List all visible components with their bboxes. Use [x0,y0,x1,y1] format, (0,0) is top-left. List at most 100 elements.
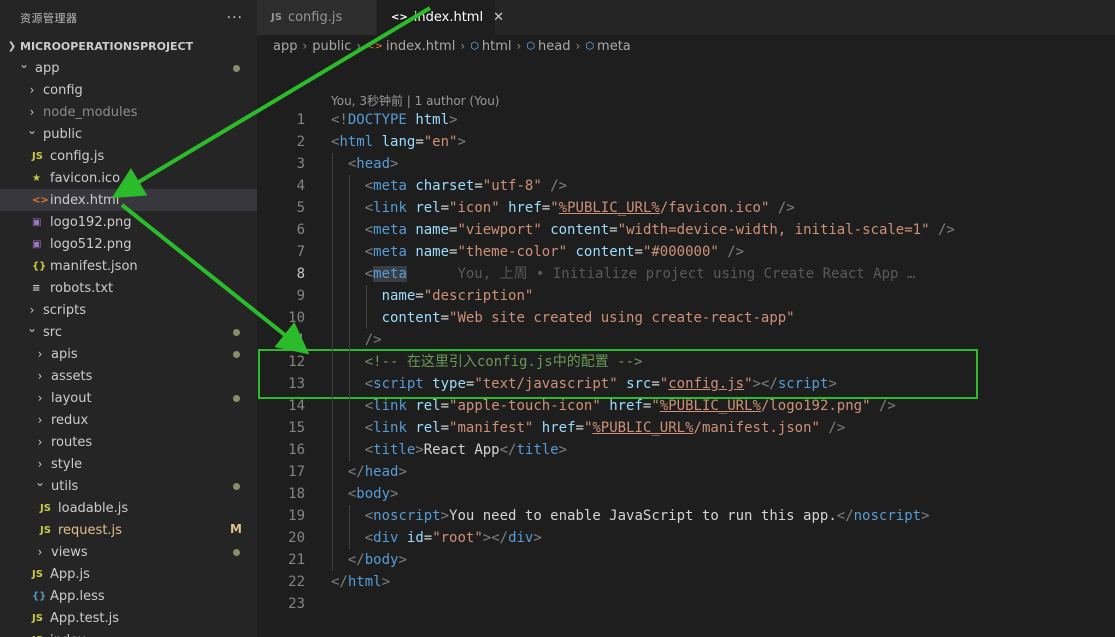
element-cube-icon: ⬡ [585,40,595,52]
code-line[interactable]: 19 <noscript>You need to enable JavaScri… [257,505,1115,527]
code-token: "manifest" [449,420,534,436]
line-number: 16 [288,442,305,458]
folder-item[interactable]: ⌄ src [0,321,257,343]
file-item[interactable]: JS config.js [0,145,257,167]
code-line[interactable]: 11 /> [257,329,1115,351]
code-line[interactable]: 18 <body> [257,483,1115,505]
code-text: </html> [331,571,390,593]
folder-item[interactable]: › routes [0,431,257,453]
code-line[interactable]: 23 [257,593,1115,615]
line-number: 20 [288,530,305,546]
code-line[interactable]: 17 </head> [257,461,1115,483]
code-line[interactable]: 7 <meta name="theme-color" content="#000… [257,241,1115,263]
close-icon[interactable]: ✕ [493,10,504,25]
folder-item[interactable]: › node_modules [0,101,257,123]
code-token: "icon" [449,200,500,216]
folder-item[interactable]: › assets [0,365,257,387]
chevron-right-icon: › [37,369,43,383]
folder-item[interactable]: › redux [0,409,257,431]
explorer-sidebar: 资源管理器 ··· ❯ MICROOPERATIONSPROJECT ⌄ app ›… [0,0,257,637]
folder-item[interactable]: › scripts [0,299,257,321]
code-line[interactable]: 1 <!DOCTYPE html> [257,109,1115,131]
explorer-header: 资源管理器 ··· [0,0,257,35]
breadcrumb-item-file[interactable]: index.html [386,39,455,54]
code-line[interactable]: 22 </html> [257,571,1115,593]
file-item[interactable]: JS App.test.js [0,607,257,629]
folder-item[interactable]: ⌄ app [0,57,257,79]
folder-item[interactable]: › views [0,541,257,563]
breadcrumb-item-meta[interactable]: meta [597,39,631,54]
code-token: link [373,420,407,436]
folder-item[interactable]: ⌄ public [0,123,257,145]
code-line[interactable]: 3 <head> [257,153,1115,175]
file-item[interactable]: JS App.js [0,563,257,585]
code-token: </ [331,574,348,590]
code-token: < [364,420,374,436]
tree-item-label: src [43,324,62,340]
file-item[interactable]: ▣ logo192.png [0,211,257,233]
breadcrumb-item-html[interactable]: html [482,39,512,54]
code-token: < [364,398,374,414]
code-token: href [508,200,542,216]
code-token: You need to enable JavaScript to run thi… [449,508,837,524]
line-number: 12 [288,354,305,370]
code-token: DOCTYPE [347,112,407,128]
file-item[interactable]: JSindex... [0,629,257,637]
code-line[interactable]: 14 <link rel="apple-touch-icon" href="%P… [257,395,1115,417]
code-line[interactable]: 4 <meta charset="utf-8" /> [257,175,1115,197]
code-token: "#000000" [642,244,719,260]
js-file-icon: JS [271,12,282,23]
code-token: < [364,266,374,282]
more-actions-icon[interactable]: ··· [227,10,243,26]
code-token: React App [423,442,500,458]
code-line[interactable]: 16 <title>React App</title> [257,439,1115,461]
code-line[interactable]: 5 <link rel="icon" href="%PUBLIC_URL%/fa… [257,197,1115,219]
chevron-right-icon: › [29,83,35,97]
html-file-icon: <> [366,40,383,52]
code-line[interactable]: 9 name="description" [257,285,1115,307]
tab-config-js[interactable]: JS config.js [257,0,377,35]
code-token: link [373,200,407,216]
folder-item[interactable]: › style [0,453,257,475]
file-item[interactable]: ▣ logo512.png [0,233,257,255]
file-item[interactable]: ≡ robots.txt [0,277,257,299]
code-token: ></ [482,530,509,546]
chevron-right-icon: › [37,435,43,449]
code-line[interactable]: 20 <div id="root"></div> [257,527,1115,549]
project-root[interactable]: ❯ MICROOPERATIONSPROJECT [0,35,257,57]
code-token: </ [347,464,365,480]
folder-item[interactable]: › layout [0,387,257,409]
file-item[interactable]: <> index.html [0,189,257,211]
code-token: < [364,244,374,260]
code-line[interactable]: 13 <script type="text/javascript" src="c… [257,373,1115,395]
code-line[interactable]: 21 </body> [257,549,1115,571]
file-item[interactable]: {} App.less [0,585,257,607]
code-token: /> [937,222,955,238]
folder-item[interactable]: ⌄ utils [0,475,257,497]
code-line[interactable]: 8 <meta You, 上周 • Initialize project usi… [257,263,1115,285]
breadcrumb-item-head[interactable]: head [538,39,570,54]
folder-item[interactable]: › config [0,79,257,101]
code-line[interactable]: 12 <!-- 在这里引入config.js中的配置 --> [257,351,1115,373]
tab-index-html[interactable]: <> index.html ✕ [377,0,504,35]
file-item[interactable]: JS loadable.js [0,497,257,519]
code-line[interactable]: 10 content="Web site created using creat… [257,307,1115,329]
folder-item[interactable]: › apis [0,343,257,365]
code-line[interactable]: 6 <meta name="viewport" content="width=d… [257,219,1115,241]
file-item[interactable]: JS request.js M [0,519,257,541]
file-item[interactable]: ★ favicon.ico [0,167,257,189]
tree-item-label: favicon.ico [50,170,121,186]
code-line[interactable]: 15 <link rel="manifest" href="%PUBLIC_UR… [257,417,1115,439]
codelens-blame[interactable]: You, 3秒钟前 | 1 author (You) [331,92,499,109]
breadcrumb-item-app[interactable]: app [273,39,297,54]
code-text: </body> [331,549,407,571]
code-line[interactable]: 2 <html lang="en"> [257,131,1115,153]
file-item[interactable]: {} manifest.json [0,255,257,277]
code-token: " [659,376,669,392]
code-token: /> [828,420,846,436]
code-token: %PUBLIC_URL% [659,398,761,414]
breadcrumb-item-public[interactable]: public [312,39,351,54]
